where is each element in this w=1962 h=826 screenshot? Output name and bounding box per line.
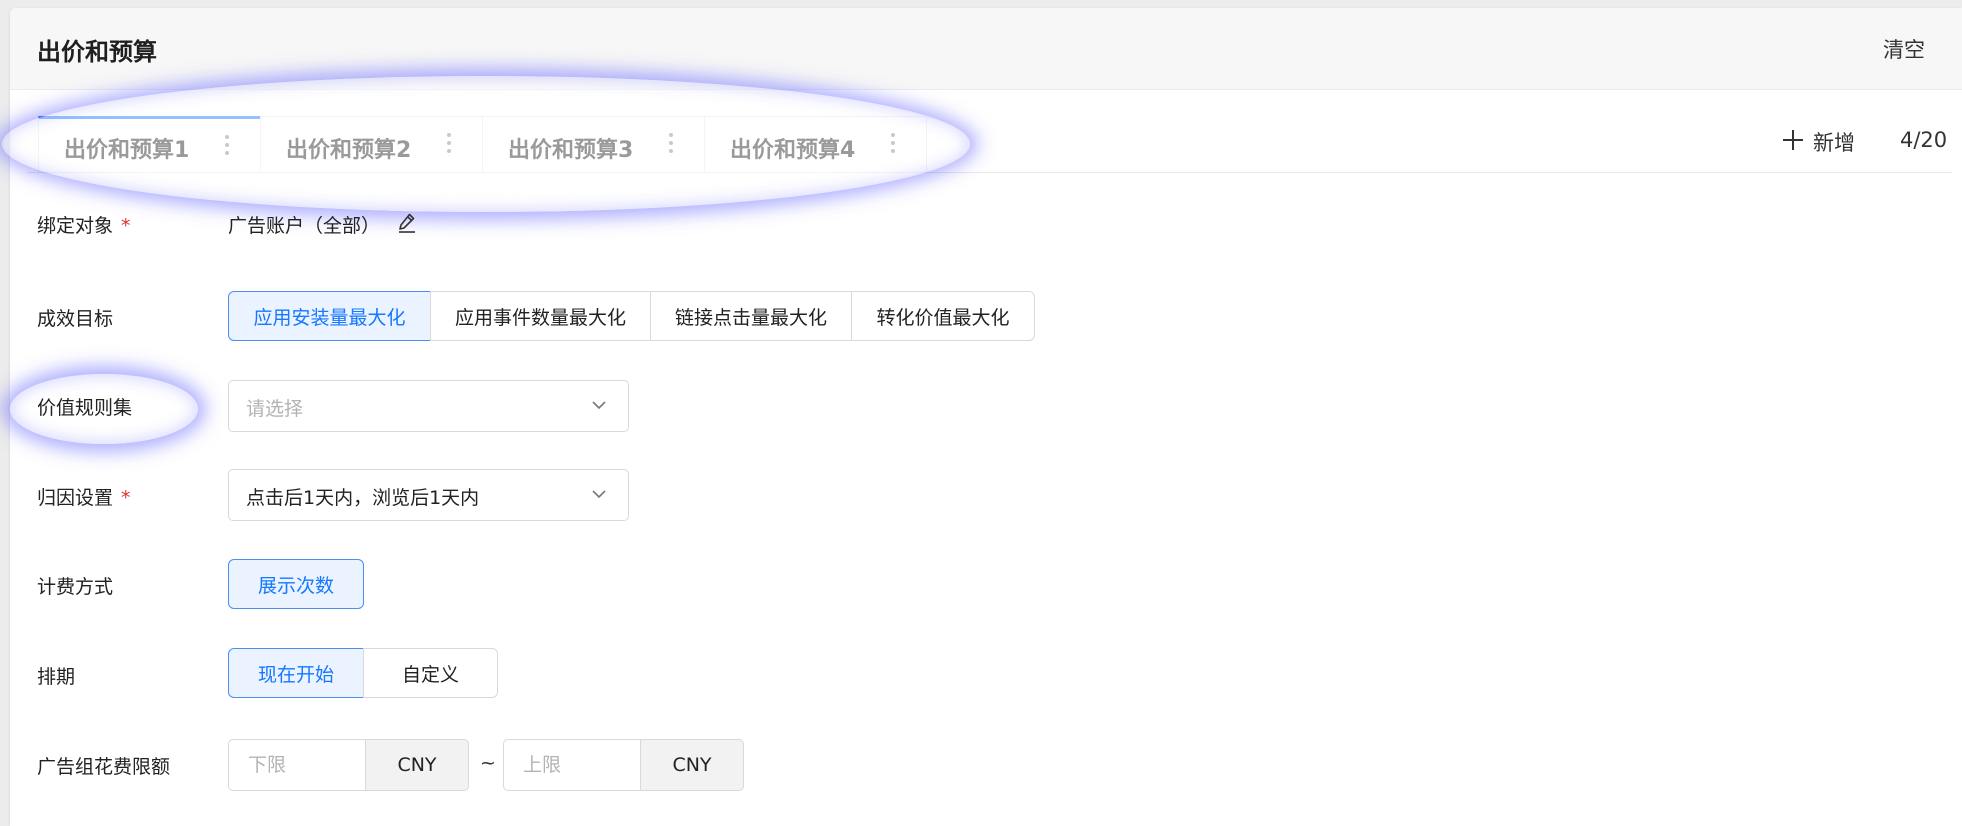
tab-bid-budget-2[interactable]: 出价和预算2 xyxy=(260,116,483,172)
plus-icon xyxy=(1783,129,1805,151)
value-rule-set-select[interactable]: 请选择 xyxy=(228,380,629,432)
tabs-bar: 出价和预算1 出价和预算2 出价和预算3 出价和预算4 xyxy=(27,116,1952,173)
currency-addon-upper: CNY xyxy=(640,739,744,791)
spend-upper-field[interactable] xyxy=(503,739,641,791)
spend-lower-input[interactable] xyxy=(246,753,360,777)
clear-button[interactable]: 清空 xyxy=(1883,34,1925,64)
vertical-dots-icon[interactable] xyxy=(668,133,674,157)
goal-label: 成效目标 xyxy=(37,308,114,330)
add-tab-label: 新增 xyxy=(1813,131,1855,155)
pencil-icon[interactable] xyxy=(397,212,417,234)
spend-lower-field[interactable] xyxy=(228,739,366,791)
panel-header: 出价和预算 清空 xyxy=(10,8,1962,90)
spend-limit-label: 广告组花费限额 xyxy=(37,756,171,778)
schedule-option-custom[interactable]: 自定义 xyxy=(363,648,498,698)
currency-addon-lower: CNY xyxy=(365,739,469,791)
attribution-value: 点击后1天内，浏览后1天内 xyxy=(246,487,480,509)
attribution-label: 归因设置 * xyxy=(37,487,131,509)
bind-object-value: 广告账户（全部） xyxy=(228,215,381,237)
goal-option-app-events[interactable]: 应用事件数量最大化 xyxy=(430,291,651,341)
vertical-dots-icon[interactable] xyxy=(446,133,452,157)
chevron-down-icon xyxy=(592,401,606,410)
tab-label: 出价和预算3 xyxy=(508,138,634,163)
vertical-dots-icon[interactable] xyxy=(890,133,896,157)
attribution-select[interactable]: 点击后1天内，浏览后1天内 xyxy=(228,469,629,521)
goal-option-install[interactable]: 应用安装量最大化 xyxy=(228,291,431,341)
tab-bid-budget-4[interactable]: 出价和预算4 xyxy=(704,116,927,172)
billing-label: 计费方式 xyxy=(37,576,114,598)
tab-bid-budget-1[interactable]: 出价和预算1 xyxy=(38,116,261,172)
goal-option-conversion-value[interactable]: 转化价值最大化 xyxy=(851,291,1035,341)
billing-option-impressions[interactable]: 展示次数 xyxy=(228,559,364,609)
required-mark: * xyxy=(121,487,131,509)
value-rule-set-label: 价值规则集 xyxy=(37,397,133,419)
range-separator: ~ xyxy=(480,752,496,774)
value-rule-set-placeholder: 请选择 xyxy=(246,398,304,420)
spend-upper-input[interactable] xyxy=(521,753,635,777)
tab-count: 4/20 xyxy=(1900,128,1948,152)
vertical-dots-icon[interactable] xyxy=(224,135,230,159)
goal-option-link-clicks[interactable]: 链接点击量最大化 xyxy=(650,291,852,341)
tab-bid-budget-3[interactable]: 出价和预算3 xyxy=(482,116,705,172)
schedule-option-now[interactable]: 现在开始 xyxy=(228,648,364,698)
panel-title: 出价和预算 xyxy=(37,38,157,66)
tab-label: 出价和预算4 xyxy=(730,138,856,163)
chevron-down-icon xyxy=(592,490,606,499)
required-mark: * xyxy=(121,215,131,237)
bind-object-label: 绑定对象 * xyxy=(37,215,131,237)
tab-label: 出价和预算1 xyxy=(64,138,190,163)
tab-label: 出价和预算2 xyxy=(286,138,412,163)
schedule-label: 排期 xyxy=(37,666,76,688)
